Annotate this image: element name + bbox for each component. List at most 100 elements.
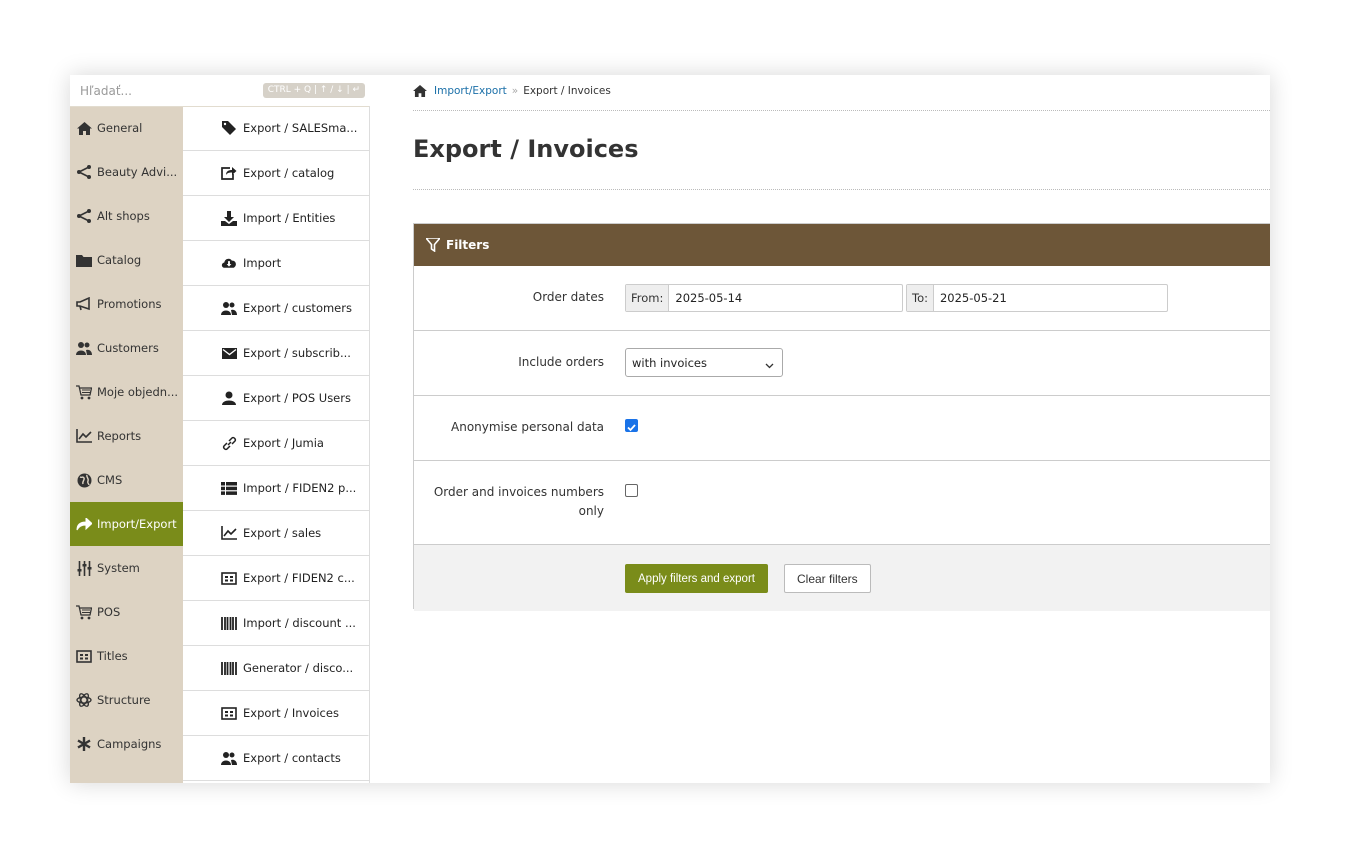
clear-filters-button[interactable]: Clear filters	[784, 564, 871, 593]
subnav-item-import-entities[interactable]: Import / Entities	[183, 196, 369, 241]
home-icon[interactable]	[413, 85, 427, 97]
sidebar-item-label: Campaigns	[97, 737, 162, 751]
date-from-input[interactable]	[669, 285, 898, 311]
globe-icon	[76, 472, 92, 488]
subnav-item-export-contacts[interactable]: Export / contacts	[183, 736, 369, 781]
to-label: To:	[907, 285, 934, 311]
page-title: Export / Invoices	[413, 135, 639, 163]
chevron-down-icon	[765, 358, 774, 372]
sidebar-item-catalog[interactable]: Catalog	[70, 238, 183, 282]
bullhorn-icon	[76, 296, 92, 312]
users-icon	[76, 340, 92, 356]
divider	[413, 110, 1270, 111]
filters-panel: Filters Order dates From: To: Include or…	[413, 223, 1270, 611]
subnav-item-export-customers[interactable]: Export / customers	[183, 286, 369, 331]
sidebar-item-beauty-advisors[interactable]: Beauty Advi...	[70, 150, 183, 194]
breadcrumb-link-import-export[interactable]: Import/Export	[434, 85, 507, 97]
cloud-download-icon	[221, 255, 237, 271]
subnav-item-label: Export / subscrib...	[243, 346, 351, 360]
barcode-icon	[221, 615, 237, 631]
filters-header: Filters	[414, 224, 1270, 266]
subnav-item-import[interactable]: Import	[183, 241, 369, 286]
subnav-item-label: Import	[243, 256, 282, 270]
export-arrow-icon	[76, 516, 92, 532]
list-icon	[221, 480, 237, 496]
subnav-item-generator-discount[interactable]: Generator / disco...	[183, 646, 369, 691]
checkmark-icon	[627, 424, 636, 432]
folder-icon	[76, 252, 92, 268]
include-orders-select[interactable]: with invoices	[625, 348, 783, 377]
subnav-item-import-discount[interactable]: Import / discount ...	[183, 601, 369, 646]
subnav-item-export-salesmanago[interactable]: Export / SALESma...	[183, 106, 369, 151]
date-from-group: From:	[625, 284, 903, 312]
id-card-icon	[76, 648, 92, 664]
divider	[413, 189, 1270, 190]
subnav-item-export-fiden2-c[interactable]: Export / FIDEN2 c...	[183, 556, 369, 601]
breadcrumb-separator: »	[511, 85, 519, 97]
sidebar-item-structure[interactable]: Structure	[70, 678, 183, 722]
sidebar-item-campaigns[interactable]: Campaigns	[70, 722, 183, 766]
sidebar-item-label: System	[97, 561, 140, 575]
search-input[interactable]	[78, 79, 232, 103]
include-orders-value: with invoices	[632, 355, 707, 370]
anonymise-checkbox[interactable]	[625, 419, 638, 432]
sidebar-item-label: Moje objedn...	[97, 385, 179, 399]
subnav-item-label: Export / sales	[243, 526, 322, 540]
sidebar-item-label: Titles	[97, 649, 128, 663]
subnav-item-export-jumia[interactable]: Export / Jumia	[183, 421, 369, 466]
sidebar-item-import-export[interactable]: Import/Export	[70, 502, 183, 546]
subnav-item-label: Export / contacts	[243, 751, 341, 765]
sidebar-item-label: Catalog	[97, 253, 142, 267]
sliders-icon	[76, 560, 92, 576]
breadcrumb-current: Export / Invoices	[523, 85, 611, 97]
sidebar-item-label: Alt shops	[97, 209, 150, 223]
download-icon	[221, 210, 237, 226]
sidebar-item-label: Promotions	[97, 297, 162, 311]
order-dates-label: Order dates	[532, 290, 604, 304]
sidebar-item-reports[interactable]: Reports	[70, 414, 183, 458]
sidebar-item-label: Reports	[97, 429, 142, 443]
subnav-item-label: Export / POS Users	[243, 391, 351, 405]
share-icon	[76, 164, 92, 180]
subnav-item-label: Import / discount ...	[243, 616, 356, 630]
filters-title: Filters	[446, 238, 490, 252]
sidebar-item-label: Beauty Advi...	[97, 165, 178, 179]
sidebar-item-system[interactable]: System	[70, 546, 183, 590]
subnav-item-export-pos-users[interactable]: Export / POS Users	[183, 376, 369, 421]
sidebar-item-general[interactable]: General	[70, 106, 183, 150]
chart-icon	[76, 428, 92, 444]
subnav-item-label: Export / customers	[243, 301, 352, 315]
subnav-item-label: Export / SALESma...	[243, 121, 358, 135]
subnav-item-export-catalog[interactable]: Export / catalog	[183, 151, 369, 196]
sidebar-item-promotions[interactable]: Promotions	[70, 282, 183, 326]
date-to-group: To:	[906, 284, 1168, 312]
sidebar-item-pos[interactable]: POS	[70, 590, 183, 634]
subnav-item-label: Export / FIDEN2 c...	[243, 571, 355, 585]
secondary-sidebar: Export / SALESma... Export / catalog Imp…	[183, 106, 370, 783]
subnav-item-export-invoices[interactable]: Export / Invoices	[183, 691, 369, 736]
include-orders-label: Include orders	[518, 355, 604, 369]
envelope-icon	[221, 345, 237, 361]
sidebar-item-customers[interactable]: Customers	[70, 326, 183, 370]
subnav-item-export-subscribers[interactable]: Export / subscrib...	[183, 331, 369, 376]
apply-filters-export-button[interactable]: Apply filters and export	[625, 564, 768, 593]
subnav-item-label: Import / Entities	[243, 211, 336, 225]
cart-icon	[76, 604, 92, 620]
sidebar-item-titles[interactable]: Titles	[70, 634, 183, 678]
numbers-only-checkbox[interactable]	[625, 484, 638, 497]
home-icon	[76, 120, 92, 136]
sidebar-item-cms[interactable]: CMS	[70, 458, 183, 502]
sidebar-item-alt-shops[interactable]: Alt shops	[70, 194, 183, 238]
search-bar: CTRL + Q | ↑ / ↓ | ↵	[70, 75, 369, 107]
subnav-item-label: Export / catalog	[243, 166, 335, 180]
users-icon	[221, 300, 237, 316]
subnav-item-import-fiden2-p[interactable]: Import / FIDEN2 p...	[183, 466, 369, 511]
date-to-input[interactable]	[933, 285, 1162, 311]
share-icon	[76, 208, 92, 224]
cart-icon	[76, 384, 92, 400]
sidebar-item-my-orders[interactable]: Moje objedn...	[70, 370, 183, 414]
subnav-item-export-sales[interactable]: Export / sales	[183, 511, 369, 556]
main-content: Import/Export » Export / Invoices Export…	[370, 75, 1270, 783]
sidebar-item-label: Customers	[97, 341, 159, 355]
breadcrumb: Import/Export » Export / Invoices	[413, 85, 611, 97]
